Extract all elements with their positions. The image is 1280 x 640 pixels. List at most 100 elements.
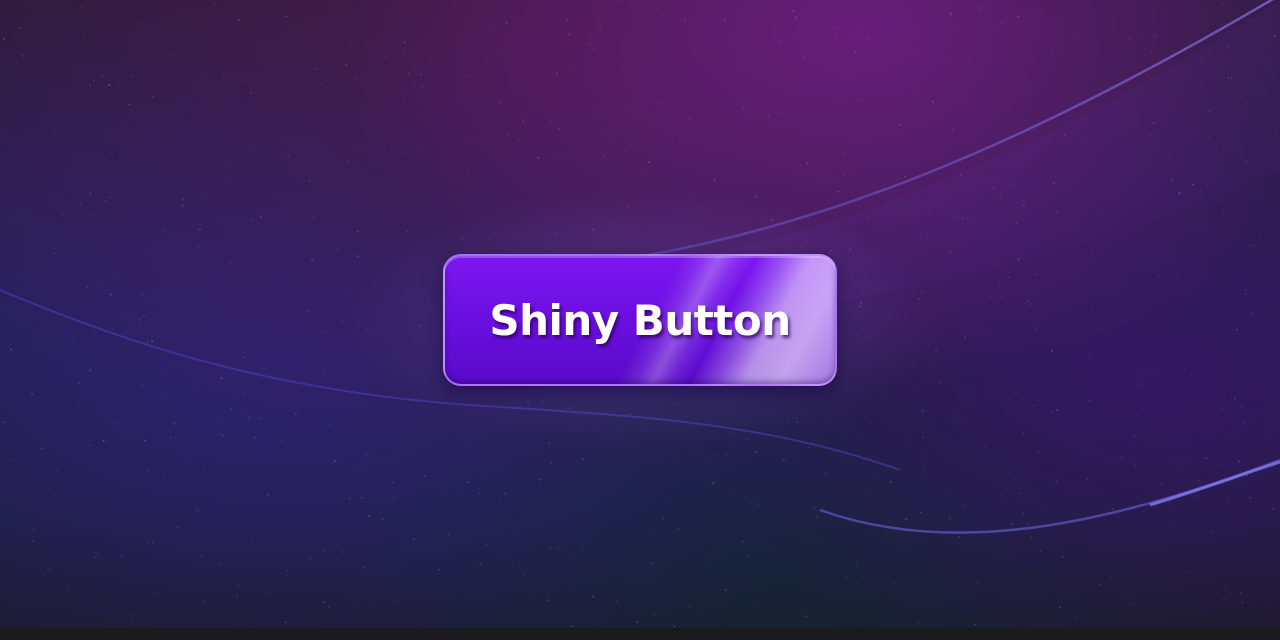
star-speckle: [147, 471, 149, 473]
star-speckle: [949, 14, 952, 16]
star-speckle: [345, 64, 348, 66]
star-speckle: [74, 441, 76, 443]
star-speckle: [147, 541, 150, 544]
star-speckle: [1171, 179, 1174, 182]
star-speckle: [550, 120, 553, 123]
star-speckle: [1218, 463, 1220, 465]
star-speckle: [935, 349, 938, 351]
star-speckle: [1211, 541, 1213, 543]
star-speckle: [2, 37, 5, 40]
star-speckle: [1191, 208, 1193, 210]
star-speckle: [1192, 183, 1195, 186]
shiny-button[interactable]: Shiny Button: [443, 254, 837, 386]
star-speckle: [615, 600, 618, 602]
star-speckle: [1212, 531, 1214, 534]
star-speckle: [268, 109, 270, 111]
star-speckle: [1227, 76, 1229, 79]
star-speckle: [792, 10, 794, 12]
star-speckle: [1007, 472, 1010, 475]
star-speckle: [591, 228, 594, 231]
star-speckle: [730, 81, 732, 84]
star-speckle: [786, 251, 788, 254]
star-speckle: [873, 477, 876, 480]
star-speckle: [625, 558, 627, 560]
star-speckle: [198, 228, 201, 231]
star-speckle: [978, 77, 980, 79]
star-speckle: [329, 515, 331, 517]
star-speckle: [380, 561, 382, 563]
star-speckle: [1063, 134, 1066, 137]
star-speckle: [656, 8, 658, 10]
star-speckle: [559, 249, 561, 251]
star-speckle: [1200, 60, 1203, 63]
star-speckle: [681, 452, 683, 454]
star-speckle: [146, 341, 149, 344]
star-speckle: [481, 241, 483, 243]
star-speckle: [999, 284, 1001, 287]
star-speckle: [1010, 523, 1013, 526]
star-speckle: [43, 385, 45, 387]
star-speckle: [755, 451, 757, 453]
star-speckle: [761, 6, 763, 9]
star-speckle: [459, 490, 462, 493]
star-speckle: [468, 75, 471, 78]
star-speckle: [853, 65, 855, 67]
star-speckle: [1231, 305, 1234, 307]
star-speckle: [1178, 192, 1181, 195]
star-speckle: [903, 175, 906, 178]
star-speckle: [321, 82, 324, 85]
star-speckle: [181, 198, 184, 201]
star-speckle: [454, 235, 456, 237]
star-speckle: [322, 377, 324, 379]
star-speckle: [284, 269, 286, 271]
star-speckle: [860, 302, 862, 305]
star-speckle: [1009, 82, 1012, 85]
star-speckle: [324, 331, 327, 333]
star-speckle: [206, 300, 209, 303]
star-speckle: [237, 68, 239, 70]
star-speckle: [1159, 291, 1161, 292]
star-speckle: [1091, 310, 1093, 312]
star-speckle: [214, 3, 216, 6]
star-speckle: [684, 530, 687, 533]
star-speckle: [524, 117, 526, 119]
star-speckle: [843, 173, 846, 175]
star-speckle: [43, 575, 45, 576]
star-speckle: [447, 534, 450, 536]
star-speckle: [1121, 457, 1123, 459]
star-speckle: [742, 540, 745, 543]
star-speckle: [756, 539, 758, 541]
star-speckle: [866, 215, 869, 218]
star-speckle: [110, 347, 112, 349]
star-speckle: [260, 215, 262, 218]
star-speckle: [1079, 34, 1081, 37]
star-speckle: [571, 66, 573, 67]
star-speckle: [534, 592, 536, 594]
star-speckle: [406, 342, 408, 344]
star-speckle: [254, 146, 257, 149]
star-speckle: [1086, 211, 1088, 213]
star-speckle: [1054, 293, 1056, 295]
star-speckle: [134, 177, 137, 179]
star-speckle: [327, 424, 329, 426]
star-speckle: [89, 85, 91, 87]
star-speckle: [420, 73, 422, 76]
star-speckle: [854, 51, 857, 53]
star-speckle: [504, 493, 507, 495]
star-speckle: [1044, 507, 1046, 509]
star-speckle: [419, 26, 421, 28]
star-speckle: [929, 215, 930, 217]
star-speckle: [1074, 71, 1077, 74]
star-speckle: [1230, 62, 1232, 64]
star-speckle: [395, 540, 398, 542]
star-speckle: [818, 9, 820, 11]
star-speckle: [911, 212, 913, 214]
star-speckle: [67, 207, 70, 209]
star-speckle: [181, 205, 184, 208]
star-speckle: [743, 107, 745, 110]
star-speckle: [894, 158, 897, 161]
star-speckle: [1129, 37, 1131, 40]
star-speckle: [201, 198, 204, 201]
star-speckle: [567, 407, 570, 410]
star-speckle: [1154, 497, 1157, 500]
